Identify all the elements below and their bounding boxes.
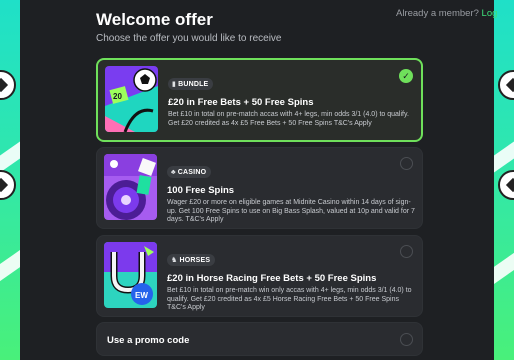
page-subtitle: Choose the offer you would like to recei… (96, 33, 282, 44)
offer-tag: ♞ HORSES (167, 254, 216, 266)
ticket-icon: ▮ (172, 81, 177, 88)
bundle-offer-image: 20 (105, 66, 158, 132)
horses-offer-image: EW (104, 242, 157, 308)
left-decoration (0, 0, 20, 360)
offer-tag-label: CASINO (177, 168, 207, 176)
offer-tag-label: BUNDLE (178, 80, 209, 88)
decor-streak (494, 139, 514, 175)
football-icon (0, 70, 16, 100)
casino-icon: ♣ (171, 168, 176, 176)
offer-tag: ▮ BUNDLE (168, 78, 214, 90)
decor-streak (0, 139, 20, 175)
decor-streak (494, 249, 514, 285)
offer-card-horses[interactable]: EW ♞ HORSES £20 in Horse Racing Free Bet… (96, 235, 423, 317)
offer-tag: ♣ CASINO (167, 166, 212, 178)
offer-heading: 100 Free Spins (167, 185, 235, 196)
offer-heading: £20 in Horse Racing Free Bets + 50 Free … (167, 273, 377, 284)
offer-card-bundle[interactable]: 20 ▮ BUNDLE £20 in Free Bets + 50 Free S… (96, 58, 423, 142)
football-icon (0, 170, 16, 200)
already-member-prompt: Already a member? Log (396, 8, 497, 19)
offer-card-casino[interactable]: ♣ CASINO 100 Free Spins Wager £20 or mor… (96, 147, 423, 229)
football-icon (498, 70, 514, 100)
thumb-text: EW (135, 291, 148, 300)
offer-heading: £20 in Free Bets + 50 Free Spins (168, 97, 314, 108)
decor-streak (0, 249, 20, 285)
selected-check-icon[interactable]: ✓ (399, 69, 413, 83)
welcome-offer-modal: Welcome offer Choose the offer you would… (20, 0, 497, 360)
offer-tag-label: HORSES (179, 256, 211, 264)
promo-code-option[interactable]: Use a promo code (96, 322, 423, 356)
casino-offer-image (104, 154, 157, 220)
offer-description: Wager £20 or more on eligible games at M… (167, 199, 415, 224)
right-decoration (494, 0, 514, 360)
thumb-text: 20 (113, 92, 122, 101)
promo-radio-button[interactable] (400, 333, 413, 346)
already-member-text: Already a member? (396, 8, 479, 19)
promo-code-label: Use a promo code (107, 335, 190, 346)
login-link[interactable]: Log (482, 8, 498, 19)
football-icon (498, 170, 514, 200)
offer-radio-button[interactable] (400, 245, 413, 258)
offer-radio-button[interactable] (400, 157, 413, 170)
page-title: Welcome offer (96, 10, 213, 29)
offer-description: Bet £10 in total on pre-match accas with… (168, 111, 409, 127)
horse-icon: ♞ (171, 257, 178, 264)
offer-description: Bet £10 in total on pre-match win only a… (167, 287, 412, 312)
